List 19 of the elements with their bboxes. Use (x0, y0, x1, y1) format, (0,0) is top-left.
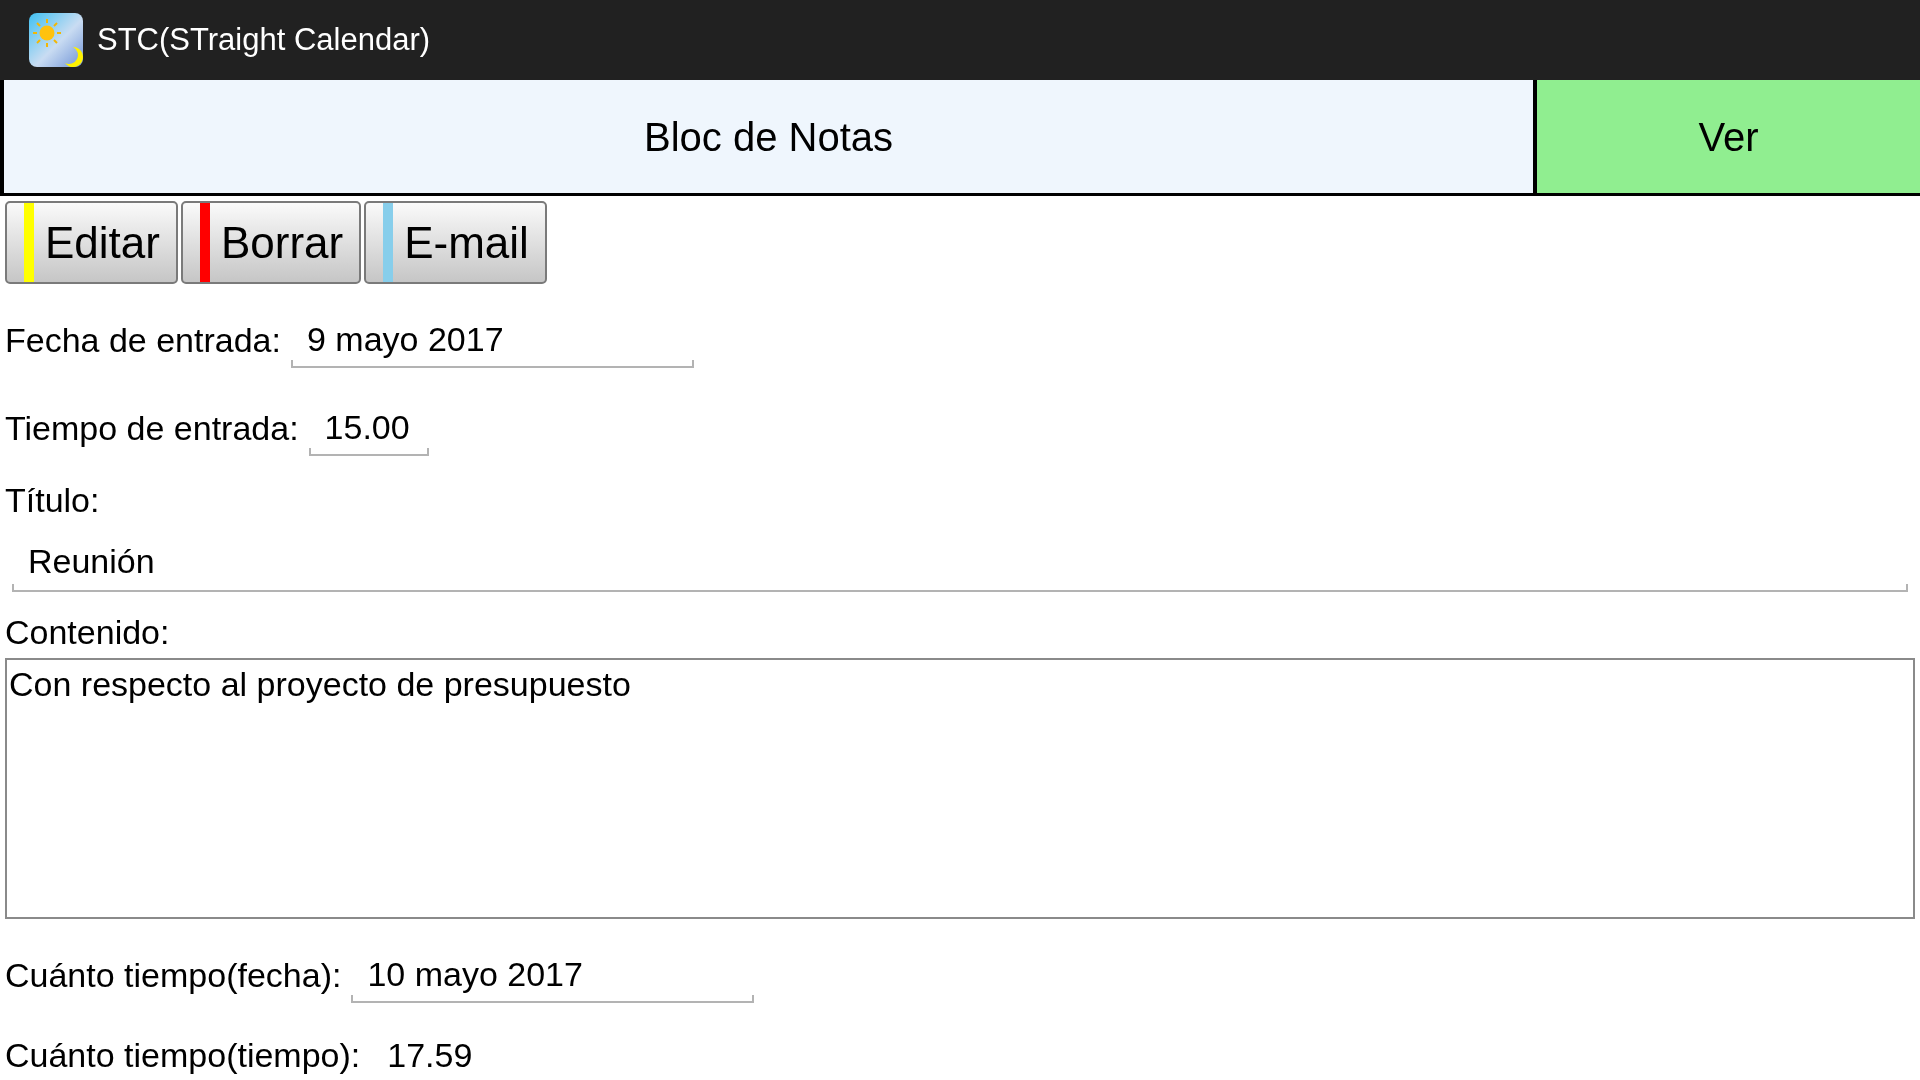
time-value: 17.59 (387, 1035, 473, 1075)
field-label: Tiempo de entrada: (5, 408, 299, 448)
action-button[interactable]: Editar (5, 201, 178, 284)
action-button[interactable]: Borrar (180, 201, 362, 284)
field-label: Título: (5, 480, 100, 520)
title-field[interactable]: Reunión (12, 532, 1908, 592)
field-label: Contenido: (5, 612, 170, 652)
date-field[interactable]: 10 mayo 2017 (351, 947, 755, 1003)
view-button[interactable]: Ver (1537, 80, 1920, 193)
content-textarea[interactable]: Con respecto al proyecto de presupuesto (5, 658, 1915, 919)
field-label: Fecha de entrada: (5, 320, 281, 360)
action-button[interactable]: E-mail (364, 201, 547, 284)
field-label: Cuánto tiempo(fecha): (5, 955, 342, 995)
date-field[interactable]: 9 mayo 2017 (290, 312, 694, 368)
screen-title: Bloc de Notas (0, 80, 1537, 193)
field-label: Cuánto tiempo(tiempo): (5, 1035, 361, 1075)
app-title: STC(STraight Calendar) (97, 20, 431, 59)
time-field[interactable]: 15.00 (308, 400, 429, 456)
app-icon (29, 13, 83, 67)
